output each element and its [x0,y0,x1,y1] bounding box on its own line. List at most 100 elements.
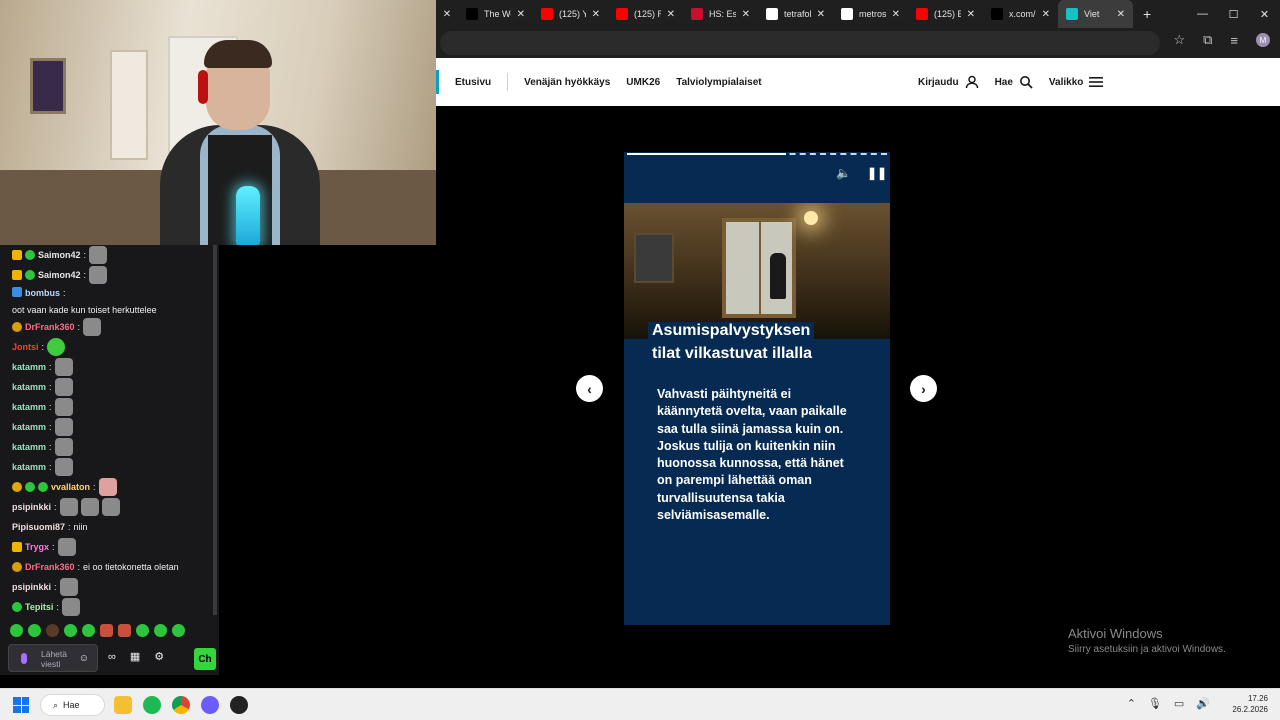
crown-badge-icon[interactable] [12,270,22,280]
chat-username[interactable]: katamm [12,441,46,453]
chat-username[interactable]: katamm [12,461,46,473]
green-badge-icon[interactable] [25,270,35,280]
pause-icon[interactable]: ❚❚ [867,166,887,180]
close-icon[interactable]: ✕ [592,9,600,20]
browser-tab[interactable]: metros ✕ [833,0,908,28]
green-badge-icon[interactable] [38,482,48,492]
chat-username[interactable]: katamm [12,421,46,433]
chat-emote-icon[interactable] [89,246,108,264]
chat-username[interactable]: psipinkki [12,501,51,513]
address-bar[interactable] [440,31,1160,55]
minimize-button[interactable]: — [1187,0,1218,28]
green-badge-icon[interactable] [25,250,35,260]
chat-emote-icon[interactable] [54,378,73,396]
volume-tray-icon[interactable]: 🔊 [1196,697,1210,710]
chat-username[interactable]: Saimon42 [38,249,81,261]
blue-badge-icon[interactable] [12,287,22,297]
chat-username[interactable]: DrFrank360 [25,321,75,333]
chat-send-button[interactable]: Ch [194,648,216,670]
warn-badge-icon[interactable] [12,482,22,492]
new-tab-button[interactable]: + [1133,6,1161,22]
microphone-icon[interactable] [21,653,27,664]
chat-emote-icon[interactable] [57,538,76,556]
microphone-tray-icon[interactable]: 🎙 [1148,697,1162,710]
extensions-icon[interactable]: ⧉ [1203,32,1212,48]
next-story-button[interactable]: › [910,375,937,402]
chat-emote-icon[interactable] [54,398,73,416]
chat-emote-icon[interactable] [54,438,73,456]
spotify-icon[interactable] [143,696,161,714]
emote-icon[interactable] [82,624,95,637]
close-icon[interactable]: ✕ [892,9,900,20]
tab-close-button[interactable]: ✕ [436,0,458,28]
nav-link-etusivu[interactable]: Etusivu [455,77,491,88]
chat-emote-icon[interactable] [61,598,80,616]
chat-username[interactable]: Saimon42 [38,269,81,281]
chat-input[interactable]: Lähetä viesti ☺ [8,644,98,672]
chat-emote-icon[interactable] [98,478,117,496]
login-button[interactable]: Kirjaudu [918,75,979,89]
emote-icon[interactable] [28,624,41,637]
emote-icon[interactable] [136,624,149,637]
chat-emote-icon[interactable] [54,458,73,476]
media-control-icon[interactable]: ≡ [1230,33,1238,48]
chat-emote-icon[interactable] [59,578,78,596]
emoji-picker-icon[interactable]: ☺ [79,653,89,664]
browser-tab[interactable]: x.com/(✕ [983,0,1058,28]
close-icon[interactable]: ✕ [1042,9,1050,20]
browser-tab[interactable]: (125) E ✕ [908,0,983,28]
chat-username[interactable]: Tepitsi [25,601,53,613]
chat-username[interactable]: vvallaton [51,481,90,493]
channel-points-icon[interactable]: ∞ [108,651,116,663]
start-button[interactable] [13,697,29,713]
close-icon[interactable]: ✕ [1117,9,1125,20]
network-icon[interactable]: ▭ [1174,697,1184,710]
gold-badge-icon[interactable] [12,322,22,332]
browser-tab[interactable]: The We ✕ [458,0,533,28]
browser-tab[interactable]: Viet ✕ [1058,0,1133,28]
nav-link-umk26[interactable]: UMK26 [626,77,660,88]
close-icon[interactable]: ✕ [742,9,750,20]
close-icon[interactable]: ✕ [443,9,451,20]
emote-icon[interactable] [64,624,77,637]
chat-emote-icon[interactable] [89,266,108,284]
story-card[interactable]: 🔈 ❚❚ Asumispalvystyksen tilat vilkastuva… [624,152,890,625]
close-icon[interactable]: ✕ [667,9,675,20]
browser-tab[interactable]: (125) Yo ✕ [533,0,608,28]
browser-tab[interactable]: HS: Esp ✕ [683,0,758,28]
nav-link-talviolympialaiset[interactable]: Talviolympialaiset [676,77,761,88]
crown-badge-icon[interactable] [12,250,22,260]
chat-username[interactable]: katamm [12,401,46,413]
chat-emote-icon[interactable] [54,358,73,376]
window-close-button[interactable]: ✕ [1249,0,1280,28]
profile-avatar[interactable]: M [1256,33,1270,47]
chat-username[interactable]: bombus [25,287,60,299]
emote-icon[interactable] [46,624,59,637]
chat-username[interactable]: DrFrank360 [25,561,75,573]
chat-username[interactable]: Pipisuomi87 [12,521,65,533]
chat-emote-icon[interactable] [80,498,99,516]
obs-icon[interactable] [230,696,248,714]
chat-username[interactable]: Trygx [25,541,49,553]
bookmark-star-icon[interactable]: ☆ [1173,32,1185,48]
search-button[interactable]: Hae [995,75,1033,89]
close-icon[interactable]: ✕ [967,9,975,20]
chat-scrollbar[interactable] [213,245,217,615]
nav-link-venajan-hyokkays[interactable]: Venäjän hyökkäys [524,77,610,88]
tray-chevron-up-icon[interactable]: ⌃ [1127,697,1136,710]
chat-emote-icon[interactable] [47,338,66,356]
close-icon[interactable]: ✕ [517,9,525,20]
chat-emote-icon[interactable] [59,498,78,516]
browser-tab[interactable]: (125) R(✕ [608,0,683,28]
chat-username[interactable]: katamm [12,381,46,393]
maximize-button[interactable]: ☐ [1218,0,1249,28]
chat-username[interactable]: Jontsi [12,341,39,353]
chat-emote-icon[interactable] [54,418,73,436]
browser-tab[interactable]: tetrafol ✕ [758,0,833,28]
chrome-icon[interactable] [172,696,190,714]
close-icon[interactable]: ✕ [817,9,825,20]
file-explorer-icon[interactable] [114,696,132,714]
system-clock[interactable]: 17.26 26.2.2026 [1232,693,1268,715]
green-badge-icon[interactable] [12,602,22,612]
discord-icon[interactable] [201,696,219,714]
